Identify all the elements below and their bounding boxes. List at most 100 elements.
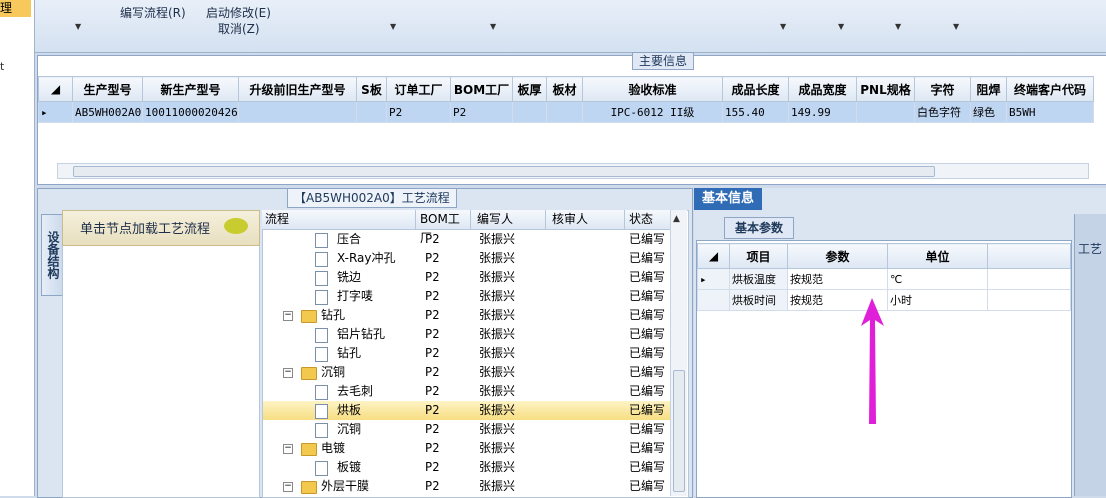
tree-node-label: 钻孔 <box>321 308 346 322</box>
table-cell[interactable]: P2 <box>386 101 451 123</box>
dropdown-arrow-icon[interactable]: ▼ <box>780 22 786 31</box>
tree-cell-bom: P2 <box>425 270 440 284</box>
dropdown-arrow-icon[interactable]: ▼ <box>838 22 844 31</box>
main-info-title: 主要信息 <box>632 52 695 70</box>
dropdown-arrow-icon[interactable]: ▼ <box>390 22 396 31</box>
table-cell[interactable]: 155.40 <box>722 101 789 123</box>
tree-row[interactable]: 烘板 P2 张振兴 已编写 <box>263 401 671 420</box>
table-cell[interactable]: B5WH <box>1006 101 1094 123</box>
tab-basic-info[interactable]: 基本信息 <box>694 188 762 210</box>
tree-row[interactable]: 压合 P2 张振兴 已编写 <box>263 230 671 249</box>
table-cell[interactable] <box>356 101 387 123</box>
col-header[interactable]: 板材 <box>546 76 583 102</box>
table-header-row: ◢ 生产型号 新生产型号 升级前旧生产型号 S板 订单工厂 BOM工厂 板厚 板… <box>38 76 1094 102</box>
col-header[interactable]: 字符 <box>914 76 971 102</box>
start-modify-button[interactable]: 启动修改(E) <box>206 4 271 21</box>
col-header-unit[interactable]: 单位 <box>887 243 988 269</box>
tree-row[interactable]: − 沉铜 P2 张振兴 已编写 <box>263 363 671 382</box>
collapse-icon[interactable]: − <box>283 444 293 454</box>
col-header-bom[interactable]: BOM工厂 <box>417 210 471 245</box>
collapse-icon[interactable]: − <box>283 311 293 321</box>
horizontal-scrollbar[interactable] <box>57 163 1089 179</box>
tree-row[interactable]: − 电镀 P2 张振兴 已编写 <box>263 439 671 458</box>
table-cell[interactable]: IPC-6012 II级 <box>582 101 723 123</box>
left-nav-item[interactable]: t <box>0 60 4 73</box>
tree-cell-status: 已编写 <box>629 289 666 303</box>
dropdown-arrow-icon[interactable]: ▼ <box>953 22 959 31</box>
tree-row[interactable]: 铣边 P2 张振兴 已编写 <box>263 268 671 287</box>
tree-cell-bom: P2 <box>425 441 440 455</box>
col-header[interactable]: 板厚 <box>512 76 547 102</box>
dropdown-arrow-icon[interactable]: ▼ <box>490 22 496 31</box>
col-header[interactable]: BOM工厂 <box>450 76 513 102</box>
table-cell[interactable]: 烘板温度 <box>729 268 788 290</box>
dropdown-arrow-icon[interactable]: ▼ <box>75 22 81 31</box>
table-row[interactable]: ▸ AB5WH002A0 10011000020426 P2 P2 IPC-60… <box>38 101 1094 123</box>
col-header-flow[interactable]: 流程 <box>262 210 416 229</box>
table-cell[interactable] <box>856 101 915 123</box>
scrollbar-thumb[interactable] <box>73 166 935 177</box>
write-flow-button[interactable]: 编写流程(R) <box>120 4 186 21</box>
row-selector-icon[interactable] <box>697 289 730 311</box>
table-cell[interactable]: 小时 <box>887 289 988 311</box>
row-selector-header[interactable]: ◢ <box>697 243 730 269</box>
param-grid: ◢ 项目 参数 单位 ▸ 烘板温度 按规范 ℃ 烘板时间 按规范 小时 <box>696 240 1072 498</box>
col-header[interactable]: PNL规格 <box>856 76 915 102</box>
col-header-reviewer[interactable]: 核审人 <box>549 210 625 229</box>
col-header[interactable]: 终端客户代码 <box>1006 76 1094 102</box>
col-header[interactable]: 阻焊 <box>970 76 1007 102</box>
table-cell[interactable] <box>546 101 583 123</box>
vertical-scrollbar[interactable]: ▲ <box>670 210 687 496</box>
col-header-writer[interactable]: 编写人 <box>474 210 546 229</box>
collapse-icon[interactable]: − <box>283 482 293 492</box>
table-cell[interactable]: 按规范 <box>787 268 888 290</box>
tree-row[interactable]: 沉铜 P2 张振兴 已编写 <box>263 420 671 439</box>
col-header[interactable]: 新生产型号 <box>142 76 239 102</box>
cancel-button[interactable]: 取消(Z) <box>218 20 260 37</box>
table-cell[interactable]: AB5WH002A0 <box>72 101 143 123</box>
tree-node-label: 去毛刺 <box>337 384 374 398</box>
tree-row[interactable]: − 外层干膜 P2 张振兴 已编写 <box>263 477 671 496</box>
tree-row[interactable]: 钻孔 P2 张振兴 已编写 <box>263 344 671 363</box>
annotation-arrow-icon <box>861 298 884 424</box>
table-cell[interactable]: 烘板时间 <box>729 289 788 311</box>
table-cell[interactable]: P2 <box>450 101 513 123</box>
tree-cell-status: 已编写 <box>629 327 666 341</box>
col-header-status[interactable]: 状态 <box>626 210 669 229</box>
scroll-up-icon[interactable]: ▲ <box>673 214 680 224</box>
col-header[interactable]: 成品宽度 <box>788 76 857 102</box>
table-cell[interactable]: 149.99 <box>788 101 857 123</box>
table-cell[interactable]: 10011000020426 <box>142 101 239 123</box>
table-row[interactable]: ▸ 烘板温度 按规范 ℃ <box>697 268 1071 290</box>
left-nav-selected-item[interactable]: 理 <box>0 0 31 17</box>
tree-row[interactable]: X-Ray冲孔 P2 张振兴 已编写 <box>263 249 671 268</box>
col-header[interactable]: 成品长度 <box>722 76 789 102</box>
tree-row[interactable]: − 钻孔 P2 张振兴 已编写 <box>263 306 671 325</box>
col-header[interactable]: S板 <box>356 76 387 102</box>
table-cell[interactable] <box>512 101 547 123</box>
row-selector-icon[interactable]: ▸ <box>697 268 730 290</box>
row-selector-header[interactable]: ◢ <box>38 76 73 102</box>
col-header-param[interactable]: 参数 <box>787 243 888 269</box>
table-cell[interactable]: ℃ <box>887 268 988 290</box>
tree-row[interactable]: 打字唛 P2 张振兴 已编写 <box>263 287 671 306</box>
folder-icon <box>301 481 317 494</box>
tab-basic-params[interactable]: 基本参数 <box>724 217 794 239</box>
table-cell[interactable]: 绿色 <box>970 101 1007 123</box>
table-cell[interactable]: 白色字符 <box>914 101 971 123</box>
tree-row[interactable]: 板镀 P2 张振兴 已编写 <box>263 458 671 477</box>
tab-process[interactable]: 工艺 <box>1078 240 1102 257</box>
tree-row[interactable]: 铝片钻孔 P2 张振兴 已编写 <box>263 325 671 344</box>
col-header-item[interactable]: 项目 <box>729 243 788 269</box>
tree-row[interactable]: 去毛刺 P2 张振兴 已编写 <box>263 382 671 401</box>
col-header[interactable]: 生产型号 <box>72 76 143 102</box>
scrollbar-thumb[interactable] <box>673 370 685 492</box>
col-header[interactable]: 订单工厂 <box>386 76 451 102</box>
collapse-icon[interactable]: − <box>283 368 293 378</box>
document-icon <box>315 290 328 305</box>
row-selector-icon[interactable]: ▸ <box>38 101 73 123</box>
col-header[interactable]: 升级前旧生产型号 <box>238 76 357 102</box>
table-cell[interactable] <box>238 101 357 123</box>
dropdown-arrow-icon[interactable]: ▼ <box>895 22 901 31</box>
col-header[interactable]: 验收标准 <box>582 76 723 102</box>
